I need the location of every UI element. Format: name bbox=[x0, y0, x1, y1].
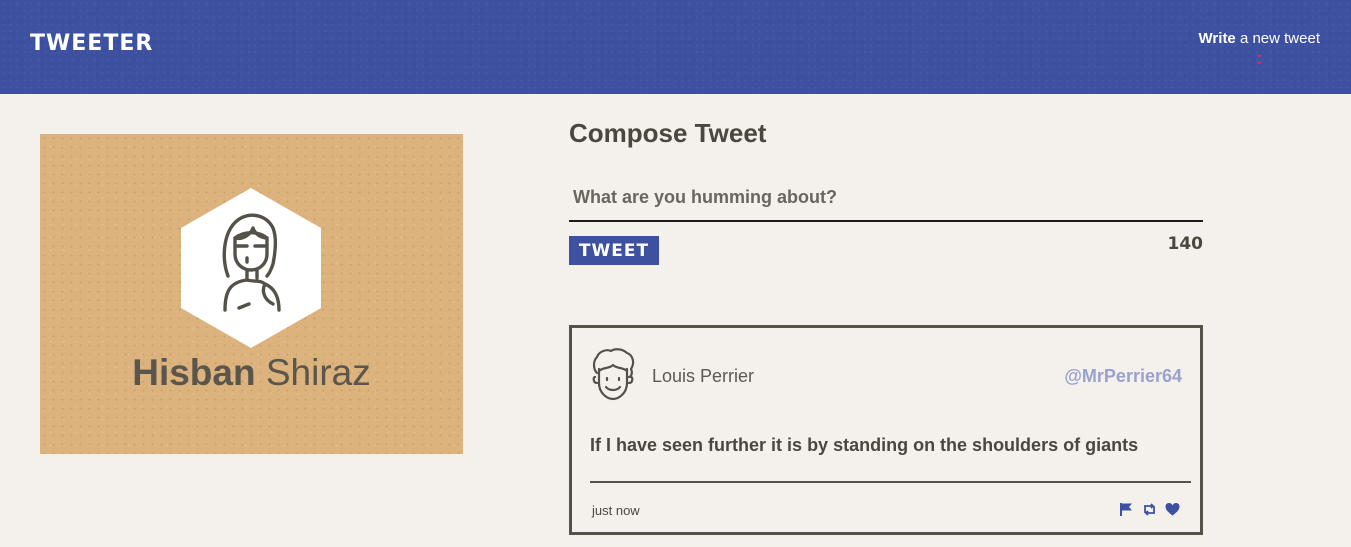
profile-first-name: Hisban bbox=[132, 352, 256, 393]
flag-icon[interactable] bbox=[1119, 502, 1134, 517]
profile-name: Hisban Shiraz bbox=[40, 352, 463, 394]
retweet-icon[interactable] bbox=[1142, 502, 1157, 517]
tweet-button[interactable]: TWEET bbox=[569, 236, 659, 265]
brand-logo[interactable]: TWEETER bbox=[30, 31, 153, 56]
tweet-actions bbox=[1119, 502, 1180, 517]
tweet-input[interactable] bbox=[569, 181, 1203, 222]
tweet-author-handle: @MrPerrier64 bbox=[1064, 366, 1182, 386]
tweet-divider bbox=[590, 481, 1191, 483]
tweet-card: Louis Perrier @MrPerrier64 If I have see… bbox=[569, 325, 1203, 535]
tweet-text: If I have seen further it is by standing… bbox=[590, 435, 1139, 455]
tweet-author-name: Louis Perrier bbox=[652, 366, 755, 386]
tweet-avatar-icon bbox=[589, 347, 637, 401]
write-new-tweet-toggle[interactable]: Write a new tweet ⌄ ⌄ bbox=[1198, 30, 1320, 66]
profile-last-name: Shiraz bbox=[255, 352, 371, 393]
write-label-rest: a new tweet bbox=[1235, 30, 1320, 47]
double-chevron-down-icon[interactable]: ⌄ ⌄ bbox=[1199, 47, 1320, 66]
write-label-bold: Write bbox=[1198, 30, 1236, 47]
profile-card: Hisban Shiraz bbox=[40, 134, 463, 454]
profile-avatar bbox=[181, 188, 321, 348]
user-avatar-icon bbox=[181, 188, 321, 348]
top-nav: TWEETER Write a new tweet ⌄ ⌄ bbox=[0, 0, 1351, 94]
tweet-timestamp: just now bbox=[592, 503, 640, 518]
compose-title: Compose Tweet bbox=[569, 118, 767, 148]
heart-icon[interactable] bbox=[1165, 502, 1180, 517]
char-counter: 140 bbox=[1167, 234, 1204, 254]
